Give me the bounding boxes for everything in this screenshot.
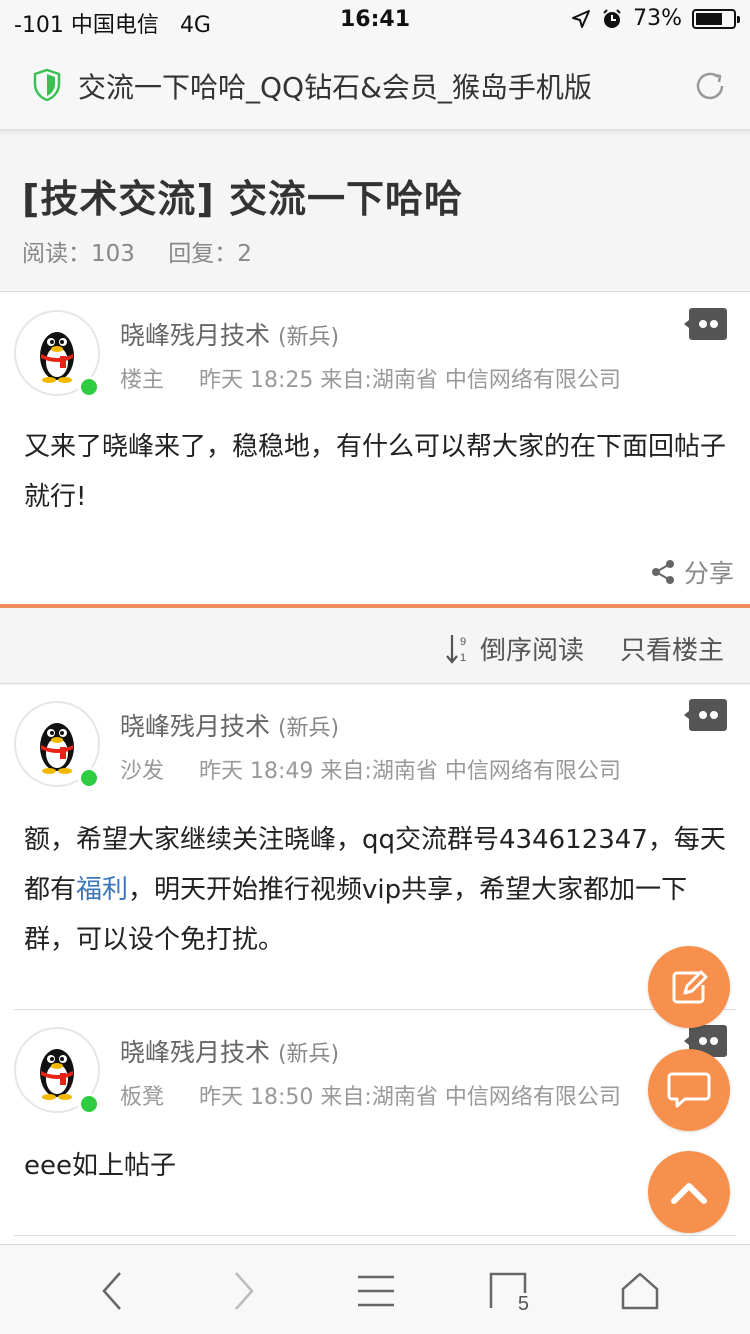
floor-label: 楼主 — [120, 368, 165, 393]
address-bar[interactable]: 交流一下哈哈_QQ钻石&会员_猴岛手机版 — [0, 40, 750, 130]
online-status-dot — [78, 1093, 100, 1115]
thread-header: [技术交流] 交流一下哈哈 阅读：103 回复：2 — [0, 136, 750, 292]
post-content: eee如上帖子 — [24, 1151, 176, 1181]
chevron-up-icon — [671, 1183, 707, 1204]
reply-count: 回复：2 — [168, 241, 252, 267]
author-rank: (新兵) — [277, 325, 340, 350]
share-icon — [651, 560, 674, 584]
avatar[interactable] — [14, 1027, 100, 1115]
author-name[interactable]: 晓峰残月技术 — [120, 1038, 270, 1067]
online-status-dot — [78, 767, 100, 789]
comment-icon — [667, 1072, 711, 1108]
benefit-link[interactable]: 福利 — [76, 875, 128, 905]
alarm-icon — [603, 8, 621, 28]
floor-label: 沙发 — [120, 759, 165, 784]
chevron-right-icon — [235, 1272, 254, 1310]
post-meta: 板凳 昨天 18:50 来自:湖南省 中信网络有限公司 — [120, 1079, 621, 1111]
only-op-button[interactable]: 只看楼主 — [620, 630, 724, 667]
svg-text:9: 9 — [460, 636, 466, 648]
thread-title: [技术交流] 交流一下哈哈 — [22, 177, 463, 221]
reverse-order-label[interactable]: 倒序阅读 — [480, 630, 584, 667]
chevron-left-icon — [102, 1272, 121, 1310]
read-count: 阅读：103 — [22, 241, 135, 267]
author-name[interactable]: 晓峰残月技术 — [120, 321, 270, 350]
reload-icon[interactable] — [690, 66, 730, 106]
online-status-dot — [78, 376, 100, 398]
only-op-label[interactable]: 只看楼主 — [620, 630, 724, 667]
sort-order-icon: 9 1 — [446, 634, 466, 664]
post-separator — [14, 1009, 736, 1010]
home-button[interactable] — [616, 1267, 664, 1315]
replies-list: 晓峰残月技术 (新兵) 沙发 昨天 18:49 来自:湖南省 中信网络有限公司 … — [0, 685, 750, 1244]
sort-bar: 9 1 倒序阅读 只看楼主 — [0, 608, 750, 684]
scroll-top-button[interactable] — [648, 1151, 730, 1233]
location-arrow-icon — [572, 9, 591, 28]
post-author[interactable]: 晓峰残月技术 (新兵) — [120, 1033, 339, 1069]
hamburger-icon — [358, 1275, 394, 1307]
post-author[interactable]: 晓峰残月技术 (新兵) — [120, 316, 339, 352]
browser-toolbar: 5 — [0, 1244, 750, 1334]
status-icons: 73% — [571, 6, 740, 31]
reply-button[interactable] — [648, 1049, 730, 1131]
post-author[interactable]: 晓峰残月技术 (新兵) — [120, 707, 339, 743]
share-button[interactable]: 分享 — [650, 554, 734, 590]
forward-button[interactable] — [220, 1267, 268, 1315]
author-name[interactable]: 晓峰残月技术 — [120, 712, 270, 741]
battery-level — [696, 12, 723, 25]
floor-label: 板凳 — [120, 1085, 165, 1110]
author-rank: (新兵) — [277, 716, 340, 741]
reverse-order-button[interactable]: 9 1 倒序阅读 — [446, 630, 584, 667]
menu-button[interactable] — [352, 1267, 400, 1315]
back-button[interactable] — [88, 1267, 136, 1315]
compose-button[interactable] — [648, 946, 730, 1028]
post-time: 昨天 18:25 — [199, 368, 314, 393]
reply-bubble-icon[interactable] — [684, 306, 728, 342]
post-time: 昨天 18:49 — [199, 759, 314, 784]
tabs-button[interactable]: 5 — [484, 1267, 532, 1315]
post-meta: 沙发 昨天 18:49 来自:湖南省 中信网络有限公司 — [120, 753, 621, 785]
edit-icon — [672, 970, 708, 1004]
avatar[interactable] — [14, 310, 100, 398]
status-bar: -101 中国电信 4G 16:41 73% — [0, 0, 750, 40]
reply-bubble-icon[interactable] — [684, 697, 728, 733]
author-rank: (新兵) — [277, 1042, 340, 1067]
post-location: 来自:湖南省 中信网络有限公司 — [320, 1085, 621, 1110]
battery-percent: 73% — [633, 6, 682, 31]
op-post: 晓峰残月技术 (新兵) 楼主 昨天 18:25 来自:湖南省 中信网络有限公司 … — [0, 292, 750, 604]
shield-icon — [33, 68, 61, 102]
share-label[interactable]: 分享 — [684, 554, 734, 590]
page-title[interactable]: 交流一下哈哈_QQ钻石&会员_猴岛手机版 — [78, 66, 592, 106]
thread-stats: 阅读：103 回复：2 — [22, 234, 278, 268]
post-time: 昨天 18:50 — [199, 1085, 314, 1110]
post-separator — [14, 1235, 736, 1236]
post-location: 来自:湖南省 中信网络有限公司 — [320, 759, 621, 784]
battery-icon — [692, 8, 740, 29]
post-content: 额，希望大家继续关注晓峰，qq交流群号434612347，每天都有福利，明天开始… — [24, 815, 730, 965]
avatar[interactable] — [14, 701, 100, 789]
post-meta: 楼主 昨天 18:25 来自:湖南省 中信网络有限公司 — [120, 362, 621, 394]
post-content: 又来了晓峰来了，稳稳地，有什么可以帮大家的在下面回帖子就行! — [24, 432, 727, 512]
tab-count: 5 — [517, 1293, 529, 1315]
home-icon — [621, 1272, 659, 1310]
svg-text:1: 1 — [460, 652, 466, 664]
post-location: 来自:湖南省 中信网络有限公司 — [320, 368, 621, 393]
